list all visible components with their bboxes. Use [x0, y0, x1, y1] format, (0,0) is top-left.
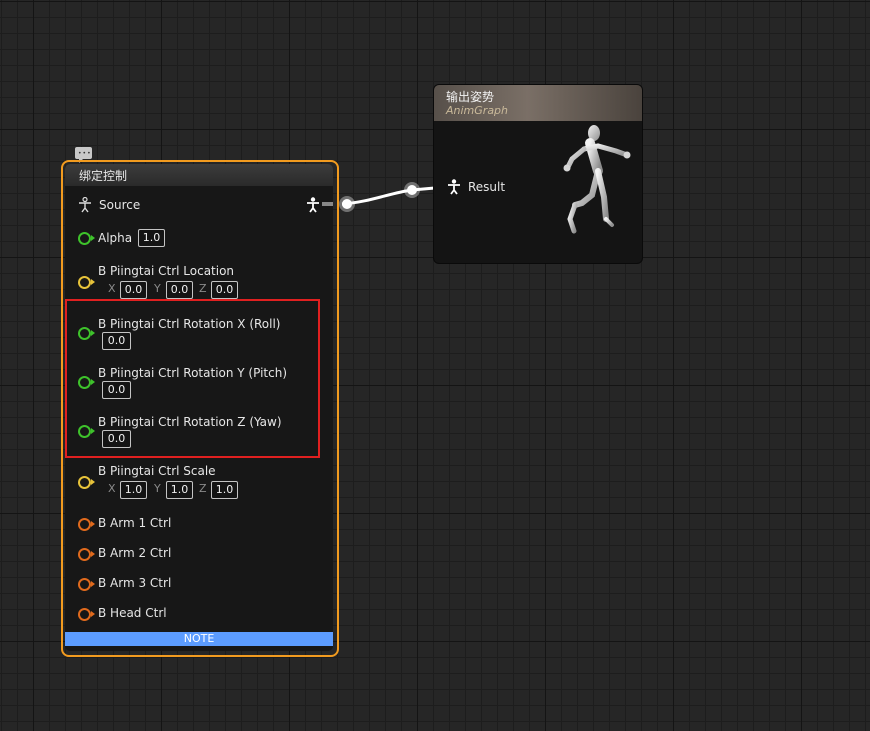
pose-output-icon[interactable] [306, 197, 320, 213]
arm3-pin[interactable] [78, 578, 95, 591]
source-label: Source [99, 198, 141, 212]
arm2-pin[interactable] [78, 548, 95, 561]
pose-input-icon[interactable] [447, 179, 461, 195]
pose-input-icon[interactable] [78, 197, 92, 213]
location-y-label: Y [154, 282, 161, 295]
output-pose-subtitle: AnimGraph [446, 104, 509, 117]
running-mannequin-icon [563, 125, 631, 234]
node-title: 绑定控制 [79, 169, 128, 183]
location-y-input[interactable]: 0.0 [166, 281, 193, 299]
node-header[interactable]: 绑定控制 [65, 164, 333, 186]
location-z-input[interactable]: 0.0 [211, 281, 238, 299]
arm1-pin[interactable] [78, 518, 95, 531]
location-x-label: X [108, 282, 116, 295]
alpha-pin[interactable] [78, 232, 95, 245]
output-pose-node[interactable]: 输出姿势 AnimGraph Result [433, 84, 643, 264]
alpha-input[interactable]: 1.0 [138, 229, 165, 247]
scale-pin[interactable] [78, 476, 95, 489]
scale-x-input[interactable]: 1.0 [120, 481, 147, 499]
pose-connection-wire[interactable] [330, 175, 450, 220]
arm2-label: B Arm 2 Ctrl [98, 546, 172, 560]
output-pose-title: 输出姿势 [446, 90, 495, 104]
location-pin[interactable] [78, 276, 95, 289]
arm1-label: B Arm 1 Ctrl [98, 516, 172, 530]
scale-z-label: Z [199, 482, 207, 495]
output-pose-header[interactable]: 输出姿势 AnimGraph [434, 85, 642, 121]
arm3-label: B Arm 3 Ctrl [98, 576, 172, 590]
location-x-input[interactable]: 0.0 [120, 281, 147, 299]
comment-bubble-icon[interactable]: ••• [75, 147, 92, 163]
scale-label: B Piingtai Ctrl Scale [98, 464, 216, 478]
rotation-highlight-box [65, 299, 320, 458]
note-bar[interactable]: NOTE [65, 632, 333, 646]
result-label: Result [468, 180, 506, 194]
head-pin[interactable] [78, 608, 95, 621]
location-label: B Piingtai Ctrl Location [98, 264, 235, 278]
scale-y-input[interactable]: 1.0 [166, 481, 193, 499]
alpha-label: Alpha [98, 231, 133, 245]
scale-z-input[interactable]: 1.0 [211, 481, 238, 499]
head-label: B Head Ctrl [98, 606, 167, 620]
scale-x-label: X [108, 482, 116, 495]
scale-y-label: Y [154, 482, 161, 495]
location-z-label: Z [199, 282, 207, 295]
